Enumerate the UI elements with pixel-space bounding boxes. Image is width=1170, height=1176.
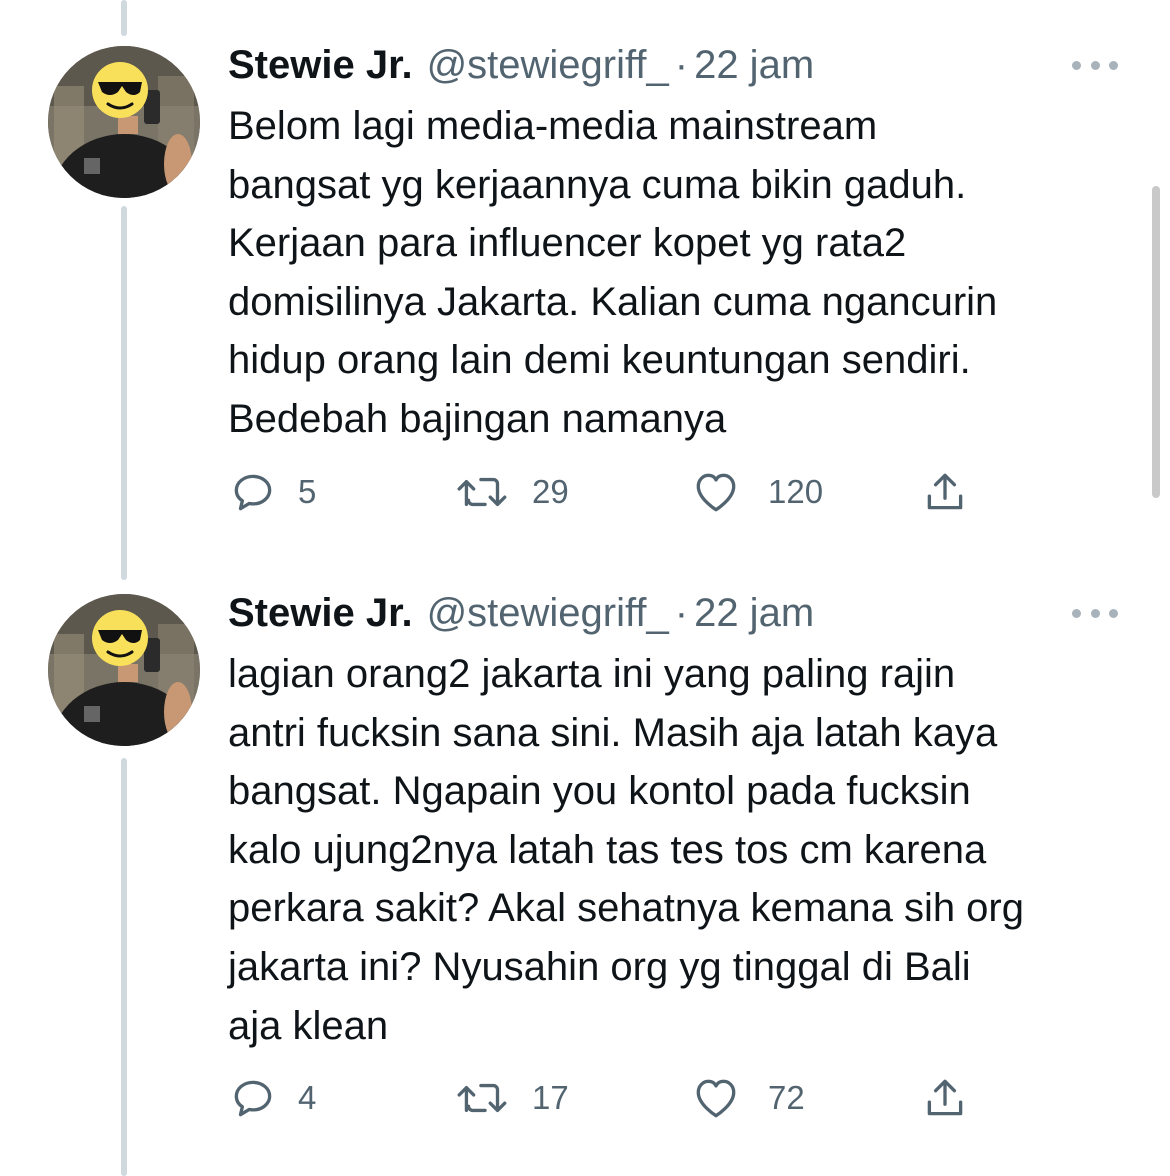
retweet-icon	[457, 1083, 507, 1113]
retweet-button[interactable]: 29	[454, 462, 569, 522]
share-button[interactable]	[920, 1068, 970, 1128]
tweet-text-line: lagian orang2 jakarta ini yang paling ra…	[228, 652, 956, 696]
retweet-button[interactable]: 17	[454, 1068, 569, 1128]
reply-count: 4	[298, 1079, 317, 1116]
tweet-text-line: perkara sakit? Akal sehatnya kemana sih …	[228, 886, 1024, 931]
tweet-text: lagian orang2 jakarta ini yang paling ra…	[228, 645, 1024, 1055]
heart-icon	[696, 473, 736, 512]
reply-icon	[234, 1080, 272, 1117]
tweet-text-line: hidup orang lain demi keuntungan sendiri…	[228, 338, 971, 383]
more-options-icon[interactable]	[1072, 50, 1118, 80]
like-count: 72	[768, 1079, 805, 1116]
tweet-header: Stewie Jr. @stewiegriff_ · 22 jam	[228, 588, 814, 638]
tweet[interactable]: Stewie Jr. @stewiegriff_ · 22 jam lagian…	[0, 548, 1170, 1176]
tweet-actions: 5 29 120	[228, 462, 1028, 522]
avatar-image	[48, 46, 200, 198]
like-button[interactable]: 72	[690, 1068, 805, 1128]
avatar[interactable]	[48, 46, 200, 198]
scrollbar[interactable]	[1152, 186, 1160, 498]
author-handle[interactable]: @stewiegriff_	[427, 40, 669, 90]
reply-button[interactable]: 4	[228, 1068, 316, 1128]
timestamp[interactable]: 22 jam	[694, 40, 814, 90]
tweet-text-line: bangsat. Ngapain you kontol pada fucksin	[228, 769, 971, 814]
tweet-text-line: aja klean	[228, 1003, 389, 1048]
tweet-text-line: Belom lagi media-media mainstream	[228, 104, 878, 148]
retweet-count: 29	[532, 473, 569, 510]
retweet-icon	[457, 477, 507, 507]
retweet-count: 17	[532, 1079, 569, 1116]
heart-icon	[696, 1079, 736, 1118]
tweet-text: Belom lagi media-media mainstream bangsa…	[228, 97, 997, 449]
timestamp[interactable]: 22 jam	[694, 588, 814, 638]
tweet[interactable]: Stewie Jr. @stewiegriff_ · 22 jam Belom …	[0, 0, 1170, 560]
avatar-image	[48, 594, 200, 746]
like-button[interactable]: 120	[690, 462, 823, 522]
separator-dot: ·	[674, 591, 689, 635]
tweet-text-line: Kerjaan para influencer kopet yg rata2	[228, 221, 907, 266]
like-count: 120	[768, 473, 824, 510]
tweet-text-line: domisilinya Jakarta. Kalian cuma ngancur…	[228, 279, 998, 324]
reply-button[interactable]: 5	[228, 462, 316, 522]
author-handle[interactable]: @stewiegriff_	[427, 588, 669, 638]
tweet-actions: 4 17 72	[228, 1068, 1028, 1128]
reply-icon	[234, 474, 272, 511]
author-name[interactable]: Stewie Jr.	[228, 40, 413, 90]
tweet-text-line: kalo ujung2nya latah tas tes tos cm kare…	[228, 827, 987, 872]
author-name[interactable]: Stewie Jr.	[228, 588, 413, 638]
more-options-icon[interactable]	[1072, 598, 1118, 628]
reply-count: 5	[298, 473, 317, 510]
tweet-text-line: Bedebah bajingan namanya	[228, 396, 727, 441]
share-icon	[927, 473, 963, 510]
tweet-text-line: bangsat yg kerjaannya cuma bikin gaduh.	[228, 162, 967, 207]
share-button[interactable]	[920, 462, 970, 522]
tweet-text-line: jakarta ini? Nyusahin org yg tinggal di …	[228, 944, 971, 989]
tweet-text-line: antri fucksin sana sini. Masih aja latah…	[228, 710, 998, 755]
avatar[interactable]	[48, 594, 200, 746]
separator-dot: ·	[674, 43, 689, 87]
share-icon	[927, 1079, 963, 1116]
tweet-header: Stewie Jr. @stewiegriff_ · 22 jam	[228, 40, 814, 90]
